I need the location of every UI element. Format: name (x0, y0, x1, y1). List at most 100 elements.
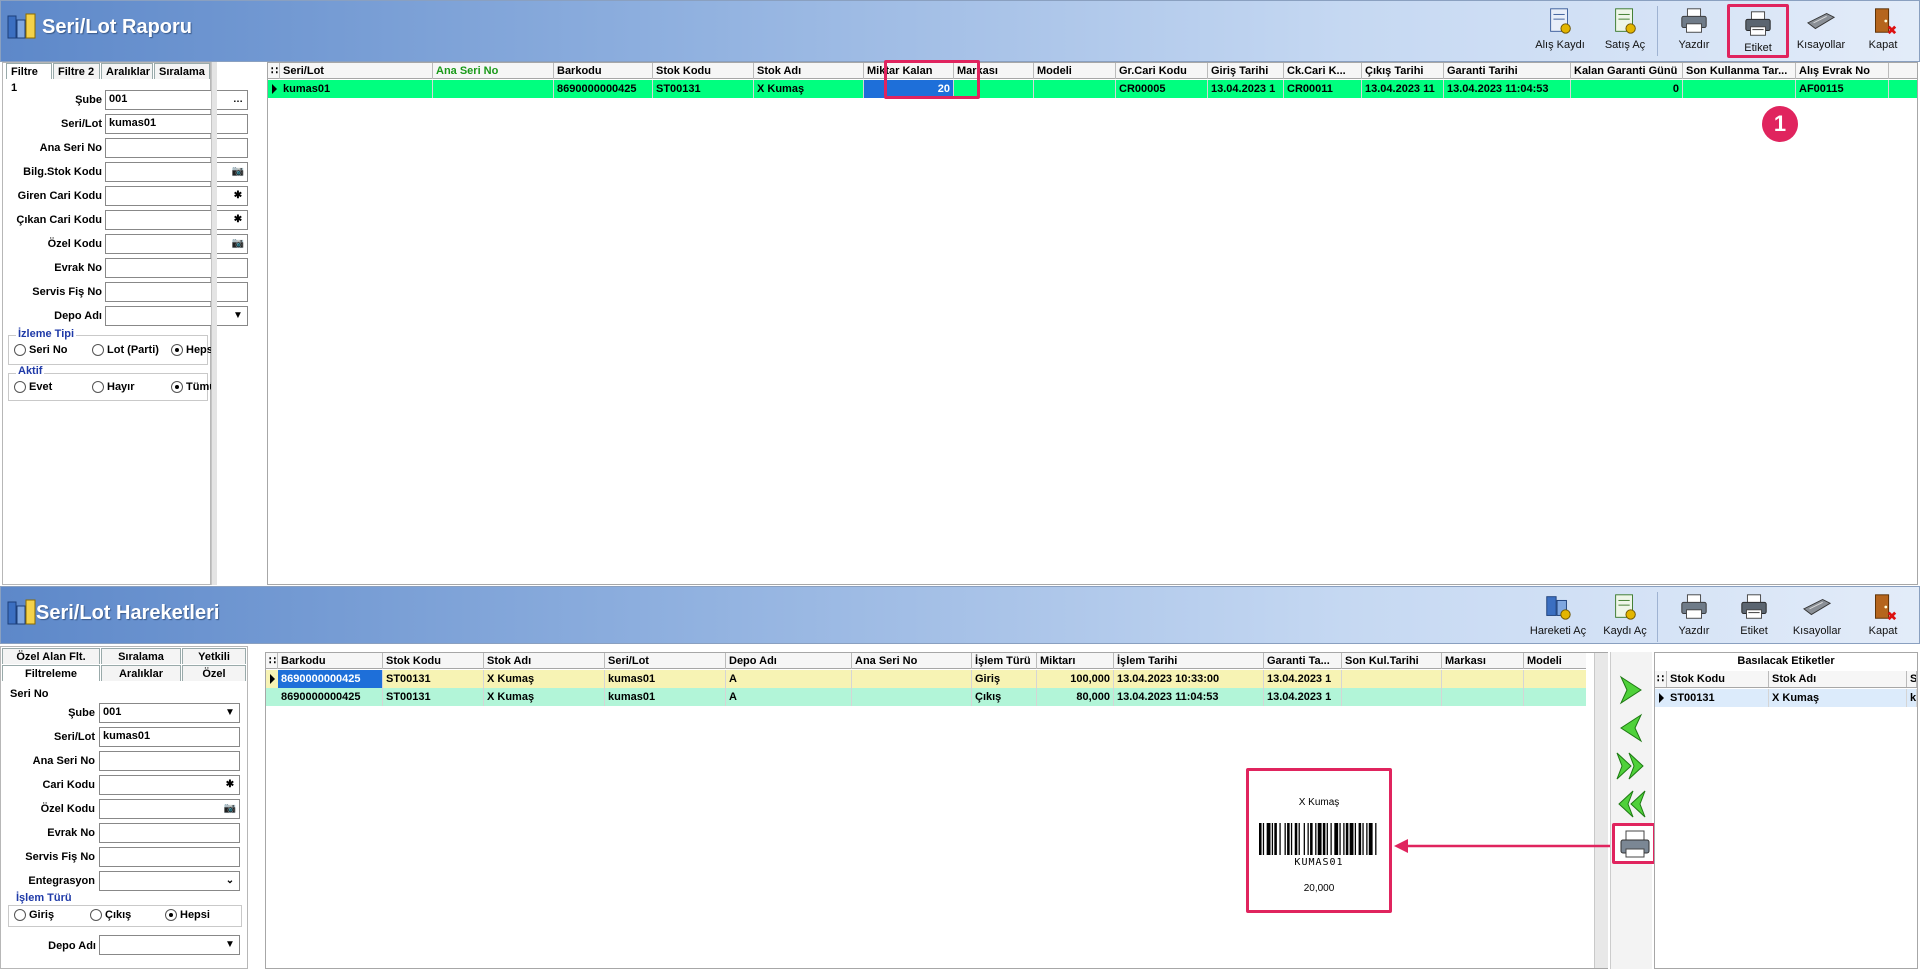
tab-siralama-bottom[interactable]: Sıralama (101, 648, 181, 664)
top-field-input[interactable]: 001… (105, 90, 248, 110)
column-header[interactable]: Barkodu (554, 63, 653, 79)
column-header[interactable]: Giriş Tarihi (1208, 63, 1284, 79)
column-header[interactable]: Seri/Lot (280, 63, 433, 79)
top-satış-aç-button[interactable]: Satış Aç (1594, 4, 1656, 58)
top-field-input[interactable]: ✱ (105, 186, 248, 206)
radio-evet[interactable]: Evet (14, 381, 52, 393)
top-yazdır-button[interactable]: Yazdır (1663, 4, 1725, 58)
column-header[interactable]: Ana Seri No (852, 653, 972, 669)
top-field-input[interactable]: 📷 (105, 162, 248, 182)
lookup-icon[interactable]: 📷 (223, 802, 237, 816)
bottom-kaydı-aç-button[interactable]: Kaydı Aç (1594, 590, 1656, 644)
column-header[interactable]: Miktarı (1037, 653, 1114, 669)
header-stok-kodu[interactable]: Stok Kodu (1667, 671, 1769, 687)
top-field-input[interactable] (105, 282, 248, 302)
column-header[interactable]: Stok Kodu (383, 653, 484, 669)
table-row[interactable]: kumas01 8690000000425 ST00131 X Kumaş 20 CR00… (268, 80, 1917, 98)
column-header[interactable]: Barkodu (278, 653, 383, 669)
column-header[interactable]: Son Kul.Tarihi (1342, 653, 1442, 669)
move-all-left-button[interactable] (1613, 787, 1649, 821)
bottom-field-input[interactable] (99, 847, 240, 867)
top-field-input[interactable]: 📷 (105, 234, 248, 254)
column-header[interactable]: Son Kullanma Tar... (1683, 63, 1796, 79)
table-row[interactable]: 8690000000425 ST00131 X Kumaş kumas01 A Çıkış… (266, 688, 1599, 706)
dropdown-arrow-icon[interactable]: ⌄ (223, 874, 237, 888)
move-all-right-button[interactable] (1613, 749, 1649, 783)
column-header[interactable]: Markası (1442, 653, 1524, 669)
column-header[interactable]: Kalan Garanti Günü (1571, 63, 1683, 79)
bottom-hareketi-aç-button[interactable]: Hareketi Aç (1527, 590, 1589, 644)
top-field-input[interactable] (105, 138, 248, 158)
radio-hayir[interactable]: Hayır (92, 381, 135, 393)
bottom-field-input[interactable]: 📷 (99, 799, 240, 819)
column-header[interactable]: İşlem Türü (972, 653, 1037, 669)
header-stok-adi[interactable]: Stok Adı (1769, 671, 1907, 687)
dropdown-arrow-icon[interactable]: ▼ (231, 309, 245, 323)
column-header[interactable]: İşlem Tarihi (1114, 653, 1264, 669)
radio-giris[interactable]: Giriş (14, 909, 54, 921)
column-header[interactable]: Gr.Cari Kodu (1116, 63, 1208, 79)
bottom-field-input[interactable]: kumas01 (99, 727, 240, 747)
top-field-input[interactable]: ✱ (105, 210, 248, 230)
column-header[interactable]: Modeli (1034, 63, 1116, 79)
top-field-input[interactable]: ▼ (105, 306, 248, 326)
radio-seri-no[interactable]: Seri No (14, 344, 68, 356)
table-row[interactable]: 8690000000425 ST00131 X Kumaş kumas01 A Giriş… (266, 670, 1599, 688)
lookup-icon[interactable]: ✱ (231, 189, 245, 203)
tab-filtreleme[interactable]: Filtreleme (2, 665, 100, 681)
column-header[interactable]: Stok Kodu (653, 63, 754, 79)
radio-hepsi[interactable]: Hepsi (171, 344, 216, 356)
lookup-icon[interactable]: 📷 (231, 237, 245, 251)
tab-ozel[interactable]: Özel (182, 665, 246, 681)
column-header[interactable]: Garanti Tarihi (1444, 63, 1571, 79)
lookup-icon[interactable]: ✱ (231, 213, 245, 227)
top-field-input[interactable] (105, 258, 248, 278)
bottom-kapat-button[interactable]: Kapat (1852, 590, 1914, 644)
column-header[interactable]: Ana Seri No (433, 63, 554, 79)
top-kapat-button[interactable]: Kapat (1852, 4, 1914, 58)
column-header[interactable]: Ck.Cari K... (1284, 63, 1362, 79)
top-splitter[interactable] (211, 62, 217, 585)
tab-araliklar-bottom[interactable]: Aralıklar (101, 665, 181, 681)
tab-siralama[interactable]: Sıralama (154, 63, 210, 79)
lookup-icon[interactable]: ✱ (223, 778, 237, 792)
bottom-kısayollar-button[interactable]: Kısayollar (1786, 590, 1848, 644)
bottom-field-input[interactable] (99, 751, 240, 771)
print-label-button[interactable] (1612, 823, 1656, 864)
column-header[interactable]: Modeli (1524, 653, 1599, 669)
tab-filtre-1[interactable]: Filtre 1 (6, 63, 52, 94)
top-alış-kaydı-button[interactable]: Alış Kaydı (1529, 4, 1591, 58)
column-header[interactable]: Depo Adı (726, 653, 852, 669)
top-field-input[interactable]: kumas01 (105, 114, 248, 134)
column-header[interactable]: Stok Adı (484, 653, 605, 669)
tab-yetkili[interactable]: Yetkili (182, 648, 246, 664)
depo-adi-select[interactable]: ▼ (99, 935, 240, 955)
radio-tumu[interactable]: Tümü (171, 381, 216, 393)
move-left-button[interactable] (1613, 711, 1649, 745)
tab-araliklar[interactable]: Aralıklar (101, 63, 153, 79)
bottom-etiket-button[interactable]: Etiket (1723, 590, 1785, 644)
ellipsis-icon[interactable]: … (231, 93, 245, 107)
bottom-field-input[interactable]: 001 ▼ (99, 703, 240, 723)
column-header[interactable]: Alış Evrak No (1796, 63, 1889, 79)
table-row[interactable]: ST00131 X Kumaş ku (1655, 689, 1917, 707)
lookup-icon[interactable]: 📷 (231, 165, 245, 179)
column-header[interactable]: Stok Adı (754, 63, 864, 79)
top-etiket-button[interactable]: Etiket (1727, 4, 1789, 58)
radio-cikis[interactable]: Çıkış (90, 909, 131, 921)
tab-filtre-2[interactable]: Filtre 2 (53, 63, 100, 79)
dropdown-arrow-icon[interactable]: ▼ (223, 706, 237, 720)
column-header[interactable]: Çıkış Tarihi (1362, 63, 1444, 79)
header-seri[interactable]: Se (1907, 671, 1917, 687)
bottom-yazdır-button[interactable]: Yazdır (1663, 590, 1725, 644)
radio-hepsi-bottom[interactable]: Hepsi (165, 909, 210, 921)
move-right-button[interactable] (1613, 673, 1649, 707)
column-header[interactable]: Seri/Lot (605, 653, 726, 669)
radio-lot-parti[interactable]: Lot (Parti) (92, 344, 159, 356)
bottom-grid-scrollbar[interactable] (1594, 653, 1608, 968)
tab-ozel-alan-flt[interactable]: Özel Alan Flt. (2, 648, 100, 664)
bottom-field-input[interactable]: ⌄ (99, 871, 240, 891)
column-header[interactable]: Garanti Ta... (1264, 653, 1342, 669)
top-kısayollar-button[interactable]: Kısayollar (1790, 4, 1852, 58)
bottom-field-input[interactable] (99, 823, 240, 843)
